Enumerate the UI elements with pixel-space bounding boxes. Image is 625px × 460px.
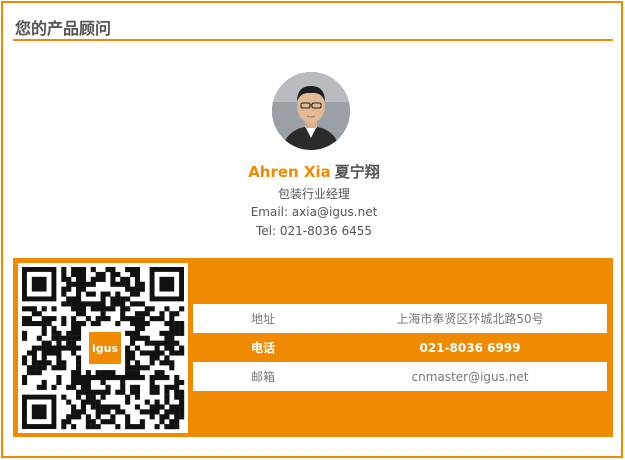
qr-code: igus [18, 263, 188, 433]
contact-table: 地址 上海市奉贤区环城北路50号 电话 021-8036 6999 邮箱 cnm… [193, 304, 607, 391]
contact-value: 上海市奉贤区环城北路50号 [396, 312, 544, 326]
header-title: 您的产品顾问 [15, 19, 112, 38]
advisor-name-cn: 夏宁翔 [334, 163, 380, 181]
contact-row-address: 地址 上海市奉贤区环城北路50号 [193, 304, 607, 333]
advisor-role: 包装行业经理 [277, 187, 350, 201]
avatar-photo [272, 72, 350, 150]
advisor-email[interactable]: Email: axia@igus.net [3, 205, 625, 219]
contact-label: 邮箱 [250, 370, 275, 384]
contact-label: 电话 [250, 341, 275, 355]
contact-value[interactable]: cnmaster@igus.net [333, 370, 607, 384]
advisor-tel[interactable]: Tel: 021-8036 6455 [3, 224, 625, 238]
contact-panel: igus 地址 上海市奉贤区环城北路50号 电话 021-8036 6999 邮… [13, 258, 613, 437]
igus-logo-icon: igus [87, 330, 123, 366]
contact-row-phone: 电话 021-8036 6999 [193, 333, 607, 362]
advisor-name: Ahren Xia 夏宁翔 [3, 161, 625, 182]
contact-value[interactable]: 021-8036 6999 [333, 341, 607, 355]
card-header: 您的产品顾问 [13, 11, 613, 41]
contact-label: 地址 [250, 312, 275, 326]
advisor-card: 您的产品顾问 Ahren Xia 夏宁翔 包装行业经理 Email: axia@i… [1, 1, 623, 458]
advisor-name-en: Ahren Xia [248, 163, 331, 181]
contact-row-email: 邮箱 cnmaster@igus.net [193, 362, 607, 391]
advisor-avatar [272, 72, 350, 150]
